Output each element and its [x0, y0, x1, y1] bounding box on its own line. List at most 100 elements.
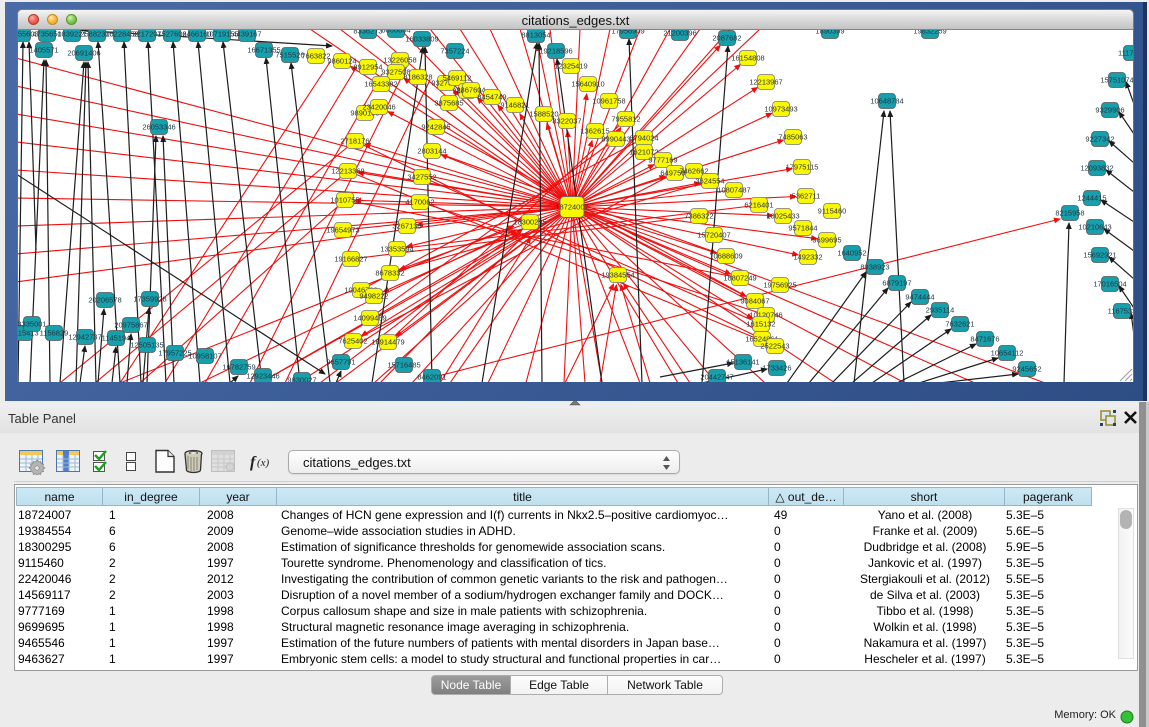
svg-text:1733426: 1733426 — [762, 364, 791, 373]
svg-text:14099489: 14099489 — [353, 314, 386, 323]
svg-text:7663822: 7663822 — [301, 52, 330, 61]
svg-text:5362711: 5362711 — [792, 192, 821, 201]
svg-text:12942737: 12942737 — [68, 333, 101, 342]
svg-text:1492332: 1492332 — [793, 253, 822, 262]
svg-text:7955812: 7955812 — [611, 115, 640, 124]
svg-text:13353594: 13353594 — [380, 245, 413, 254]
svg-text:8990443: 8990443 — [601, 135, 630, 144]
svg-text:1156829: 1156829 — [40, 329, 69, 338]
svg-text:9860124: 9860124 — [327, 57, 356, 66]
svg-text:4439167: 4439167 — [232, 30, 261, 39]
svg-text:19166827: 19166827 — [334, 255, 367, 264]
svg-text:15692921: 15692921 — [1083, 251, 1116, 260]
svg-text:5469112: 5469112 — [443, 74, 472, 83]
svg-text:12093832: 12093832 — [1080, 164, 1113, 173]
svg-text:17975115: 17975115 — [786, 163, 819, 172]
svg-text:2803144: 2803144 — [417, 147, 446, 156]
svg-text:15716485: 15716485 — [387, 361, 420, 370]
svg-text:2522543: 2522543 — [760, 342, 789, 351]
svg-text:1890399: 1890399 — [815, 30, 844, 36]
svg-text:9571844: 9571844 — [788, 224, 817, 233]
svg-text:2087682: 2087682 — [712, 34, 741, 43]
svg-text:19654973: 19654973 — [326, 226, 359, 235]
svg-text:3335001: 3335001 — [18, 320, 47, 329]
svg-text:2935114: 2935114 — [926, 306, 955, 315]
svg-text:10654112: 10654112 — [991, 349, 1024, 358]
svg-text:7357224: 7357224 — [440, 47, 469, 56]
svg-text:7386322: 7386322 — [684, 212, 713, 221]
svg-text:20206578: 20206578 — [88, 296, 121, 305]
svg-text:17956909: 17956909 — [611, 30, 644, 36]
svg-text:3875685: 3875685 — [434, 99, 463, 108]
svg-text:7485063: 7485063 — [778, 133, 807, 142]
svg-text:6794024: 6794024 — [629, 134, 658, 143]
svg-text:6879197: 6879197 — [882, 279, 911, 288]
svg-text:9699695: 9699695 — [812, 236, 841, 245]
svg-text:4170062: 4170062 — [405, 198, 434, 207]
svg-text:8462091: 8462091 — [417, 373, 446, 382]
svg-text:20442747: 20442747 — [700, 373, 733, 382]
svg-text:8678332: 8678332 — [375, 269, 404, 278]
svg-text:15136141: 15136141 — [726, 358, 759, 367]
svg-text:23420046: 23420046 — [362, 103, 395, 112]
svg-text:8186328: 8186328 — [403, 73, 432, 82]
svg-text:26053346: 26053346 — [142, 123, 175, 132]
svg-text:16782759: 16782759 — [222, 363, 255, 372]
svg-text:1145194: 1145194 — [102, 334, 131, 343]
svg-text:20691406: 20691406 — [67, 49, 100, 58]
svg-text:17359928: 17359928 — [133, 295, 166, 304]
svg-text:9474444: 9474444 — [905, 293, 934, 302]
svg-text:10025433: 10025433 — [766, 212, 799, 221]
svg-text:19218596: 19218596 — [539, 47, 572, 56]
svg-text:10958107: 10958107 — [188, 352, 221, 361]
svg-text:9777169: 9777169 — [648, 156, 677, 165]
svg-text:16154808: 16154808 — [731, 54, 764, 63]
svg-text:3267130: 3267130 — [392, 222, 421, 231]
svg-text:21200396: 21200396 — [663, 30, 696, 38]
svg-text:8912954: 8912954 — [353, 63, 382, 72]
svg-text:18300295: 18300295 — [513, 218, 546, 227]
svg-text:18807249: 18807249 — [723, 274, 756, 283]
svg-text:1167533: 1167533 — [1108, 307, 1133, 316]
svg-text:8813054: 8813054 — [521, 31, 550, 40]
svg-text:8471676: 8471676 — [970, 335, 999, 344]
svg-text:1244415: 1244415 — [1077, 194, 1106, 203]
svg-text:20975867: 20975867 — [114, 321, 147, 330]
svg-text:9657791: 9657791 — [326, 358, 355, 367]
svg-text:6216401: 6216401 — [744, 201, 773, 210]
svg-text:12213369: 12213369 — [331, 167, 364, 176]
svg-text:7625402: 7625402 — [338, 337, 367, 346]
svg-text:9115460: 9115460 — [818, 207, 847, 216]
svg-text:1010755: 1010755 — [330, 196, 359, 205]
svg-text:19832259: 19832259 — [913, 30, 946, 36]
svg-text:16033809: 16033809 — [405, 35, 438, 44]
svg-text:10973493: 10973493 — [764, 105, 797, 114]
svg-text:1117433: 1117433 — [1118, 49, 1133, 58]
svg-text:7632621: 7632621 — [945, 320, 974, 329]
svg-text:9227342: 9227342 — [1085, 135, 1114, 144]
svg-text:9242845: 9242845 — [421, 123, 450, 132]
svg-text:9084067: 9084067 — [740, 297, 769, 306]
svg-text:2718176: 2718176 — [340, 137, 369, 146]
svg-text:12213967: 12213967 — [749, 78, 782, 87]
svg-text:15640910: 15640910 — [571, 80, 604, 89]
svg-text:10688609: 10688609 — [709, 252, 742, 261]
svg-text:1640952: 1640952 — [837, 249, 866, 258]
svg-text:17957225: 17957225 — [158, 349, 191, 358]
svg-text:1405571: 1405571 — [29, 46, 58, 55]
svg-text:8336273: 8336273 — [353, 30, 382, 36]
svg-text:10648784: 10648784 — [870, 97, 903, 106]
svg-text:15751074: 15751074 — [1100, 76, 1133, 85]
svg-text:8322037: 8322037 — [552, 117, 581, 126]
svg-text:13226058: 13226058 — [383, 56, 416, 65]
svg-text:12923446: 12923446 — [246, 372, 279, 381]
svg-text:18724007: 18724007 — [555, 203, 588, 212]
svg-text:19384554: 19384554 — [601, 271, 634, 280]
svg-text:9830027: 9830027 — [287, 376, 316, 383]
svg-text:12325419: 12325419 — [554, 62, 587, 71]
svg-text:17016504: 17016504 — [1093, 280, 1126, 289]
svg-text:9245652: 9245652 — [1012, 365, 1041, 374]
svg-text:10961758: 10961758 — [592, 97, 625, 106]
svg-text:19756925: 19756925 — [763, 281, 796, 290]
svg-text:8806804: 8806804 — [381, 30, 410, 35]
